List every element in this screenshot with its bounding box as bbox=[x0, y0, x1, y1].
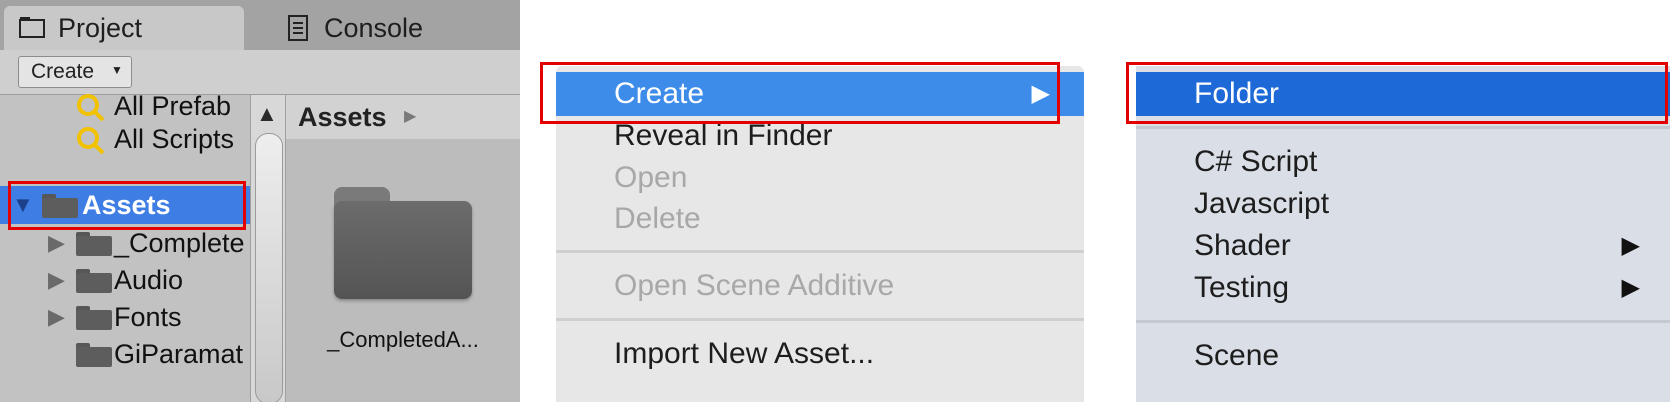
collapse-arrow-icon: ▶ bbox=[48, 267, 65, 292]
highlight-outline bbox=[540, 62, 1060, 124]
menu-item-testing[interactable]: Testing ▶ bbox=[1136, 266, 1670, 310]
menu-item-open-scene-additive: Open Scene Additive bbox=[556, 264, 1084, 308]
highlight-outline bbox=[8, 181, 246, 230]
project-window: Project Console Create ▼ All Prefab All … bbox=[0, 0, 520, 402]
folder-icon bbox=[76, 343, 112, 367]
tree-item-label: Audio bbox=[114, 265, 184, 295]
tab-project[interactable]: Project bbox=[4, 6, 244, 50]
folder-icon bbox=[76, 232, 112, 256]
menu-item-label: Open Scene Additive bbox=[614, 269, 895, 302]
menu-item-label: Open bbox=[614, 161, 688, 194]
tree-item-label: _Complete bbox=[114, 228, 245, 258]
menu-item-label: Javascript bbox=[1194, 187, 1330, 220]
tree-item-completed[interactable]: ▶ _Complete bbox=[0, 224, 250, 262]
menu-item-import-new-asset[interactable]: Import New Asset... bbox=[556, 332, 1084, 376]
menu-divider bbox=[556, 250, 1084, 253]
breadcrumb: Assets ▶ bbox=[286, 95, 520, 139]
tab-project-label: Project bbox=[58, 13, 143, 43]
search-icon bbox=[76, 126, 106, 158]
create-dropdown-button[interactable]: Create ▼ bbox=[18, 56, 132, 88]
tree-item-audio[interactable]: ▶ Audio bbox=[0, 261, 250, 299]
favorite-item-all-scripts[interactable]: All Scripts bbox=[0, 120, 250, 158]
tree-scrollbar[interactable]: ▲ bbox=[250, 95, 286, 402]
menu-item-javascript[interactable]: Javascript bbox=[1136, 182, 1670, 226]
tree-item-label: Fonts bbox=[114, 302, 182, 332]
menu-divider bbox=[556, 318, 1084, 321]
assets-grid: Assets ▶ _CompletedA... bbox=[286, 95, 520, 402]
tab-bar: Project Console bbox=[0, 0, 520, 50]
dropdown-arrow-icon: ▼ bbox=[111, 63, 123, 77]
folder-icon bbox=[76, 306, 112, 330]
folder-icon[interactable] bbox=[334, 187, 472, 299]
collapse-arrow-icon: ▶ bbox=[48, 304, 65, 329]
folder-icon bbox=[76, 269, 112, 293]
folder-tree: All Prefab All Scripts ▼ Assets ▶ _Compl… bbox=[0, 91, 250, 402]
menu-item-csharp-script[interactable]: C# Script bbox=[1136, 140, 1670, 184]
tab-console-label: Console bbox=[324, 13, 424, 43]
menu-item-label: Testing bbox=[1194, 271, 1290, 304]
menu-item-label: Delete bbox=[614, 202, 701, 235]
menu-divider bbox=[1136, 320, 1670, 323]
menu-divider bbox=[1136, 126, 1670, 129]
grid-item-label[interactable]: _CompletedA... bbox=[286, 327, 520, 353]
submenu-arrow-icon: ▶ bbox=[1621, 274, 1640, 301]
highlight-outline bbox=[1126, 62, 1668, 124]
submenu-arrow-icon: ▶ bbox=[1621, 232, 1640, 259]
menu-item-label: C# Script bbox=[1194, 145, 1318, 178]
tree-item-fonts[interactable]: ▶ Fonts bbox=[0, 298, 250, 336]
menu-item-open: Open bbox=[556, 156, 1084, 200]
tree-item-label: GiParamat bbox=[114, 339, 244, 369]
menu-item-delete: Delete bbox=[556, 197, 1084, 241]
menu-item-label: Scene bbox=[1194, 339, 1280, 372]
menu-item-label: Import New Asset... bbox=[614, 337, 875, 370]
breadcrumb-arrow-icon: ▶ bbox=[404, 108, 417, 125]
scroll-up-icon[interactable]: ▲ bbox=[256, 101, 278, 127]
menu-item-scene[interactable]: Scene bbox=[1136, 334, 1670, 378]
create-button-label: Create bbox=[31, 60, 95, 83]
scroll-thumb[interactable] bbox=[255, 133, 283, 402]
breadcrumb-item[interactable]: Assets bbox=[298, 95, 387, 139]
favorite-label: All Scripts bbox=[114, 124, 235, 154]
menu-item-shader[interactable]: Shader ▶ bbox=[1136, 224, 1670, 268]
menu-item-label: Shader bbox=[1194, 229, 1291, 262]
tree-item-giparamat[interactable]: GiParamat bbox=[0, 335, 250, 373]
collapse-arrow-icon: ▶ bbox=[48, 230, 65, 255]
tab-console[interactable]: Console bbox=[270, 6, 510, 50]
